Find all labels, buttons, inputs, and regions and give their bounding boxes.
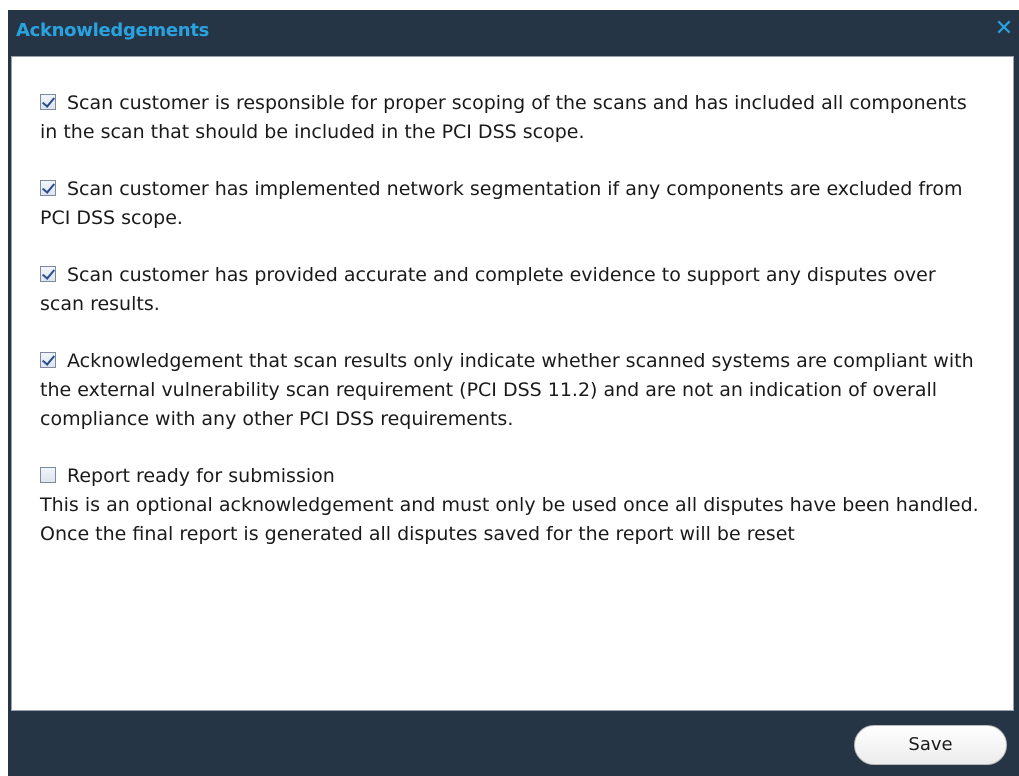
close-icon[interactable]: ✕: [991, 15, 1017, 43]
acknowledgement-checkbox[interactable]: [40, 352, 56, 368]
acknowledgement-text: Scan customer has provided accurate and …: [40, 264, 936, 315]
dialog-footer: Save: [8, 711, 1019, 776]
acknowledgement-item: Acknowledgement that scan results only i…: [40, 347, 985, 434]
acknowledgement-item: Scan customer has implemented network se…: [40, 175, 985, 233]
report-ready-checkbox[interactable]: [40, 467, 56, 483]
acknowledgements-content: Scan customer is responsible for proper …: [11, 56, 1014, 711]
acknowledgement-checkbox[interactable]: [40, 266, 56, 282]
save-button[interactable]: Save: [854, 725, 1007, 765]
acknowledgement-item: Scan customer is responsible for proper …: [40, 89, 985, 147]
dialog-titlebar: Acknowledgements ✕: [8, 10, 1019, 50]
acknowledgement-text: Scan customer is responsible for proper …: [40, 92, 967, 143]
acknowledgement-checkbox[interactable]: [40, 94, 56, 110]
report-ready-item: Report ready for submission This is an o…: [40, 462, 985, 549]
acknowledgements-dialog: Acknowledgements ✕ Scan customer is resp…: [8, 10, 1019, 776]
dialog-title: Acknowledgements: [16, 20, 210, 41]
acknowledgement-item: Scan customer has provided accurate and …: [40, 261, 985, 319]
report-ready-note: This is an optional acknowledgement and …: [40, 494, 979, 545]
report-ready-row: Report ready for submission: [40, 462, 985, 491]
acknowledgement-checkbox[interactable]: [40, 180, 56, 196]
acknowledgement-text: Scan customer has implemented network se…: [40, 178, 963, 229]
report-ready-label: Report ready for submission: [67, 465, 335, 487]
acknowledgement-text: Acknowledgement that scan results only i…: [40, 350, 974, 430]
